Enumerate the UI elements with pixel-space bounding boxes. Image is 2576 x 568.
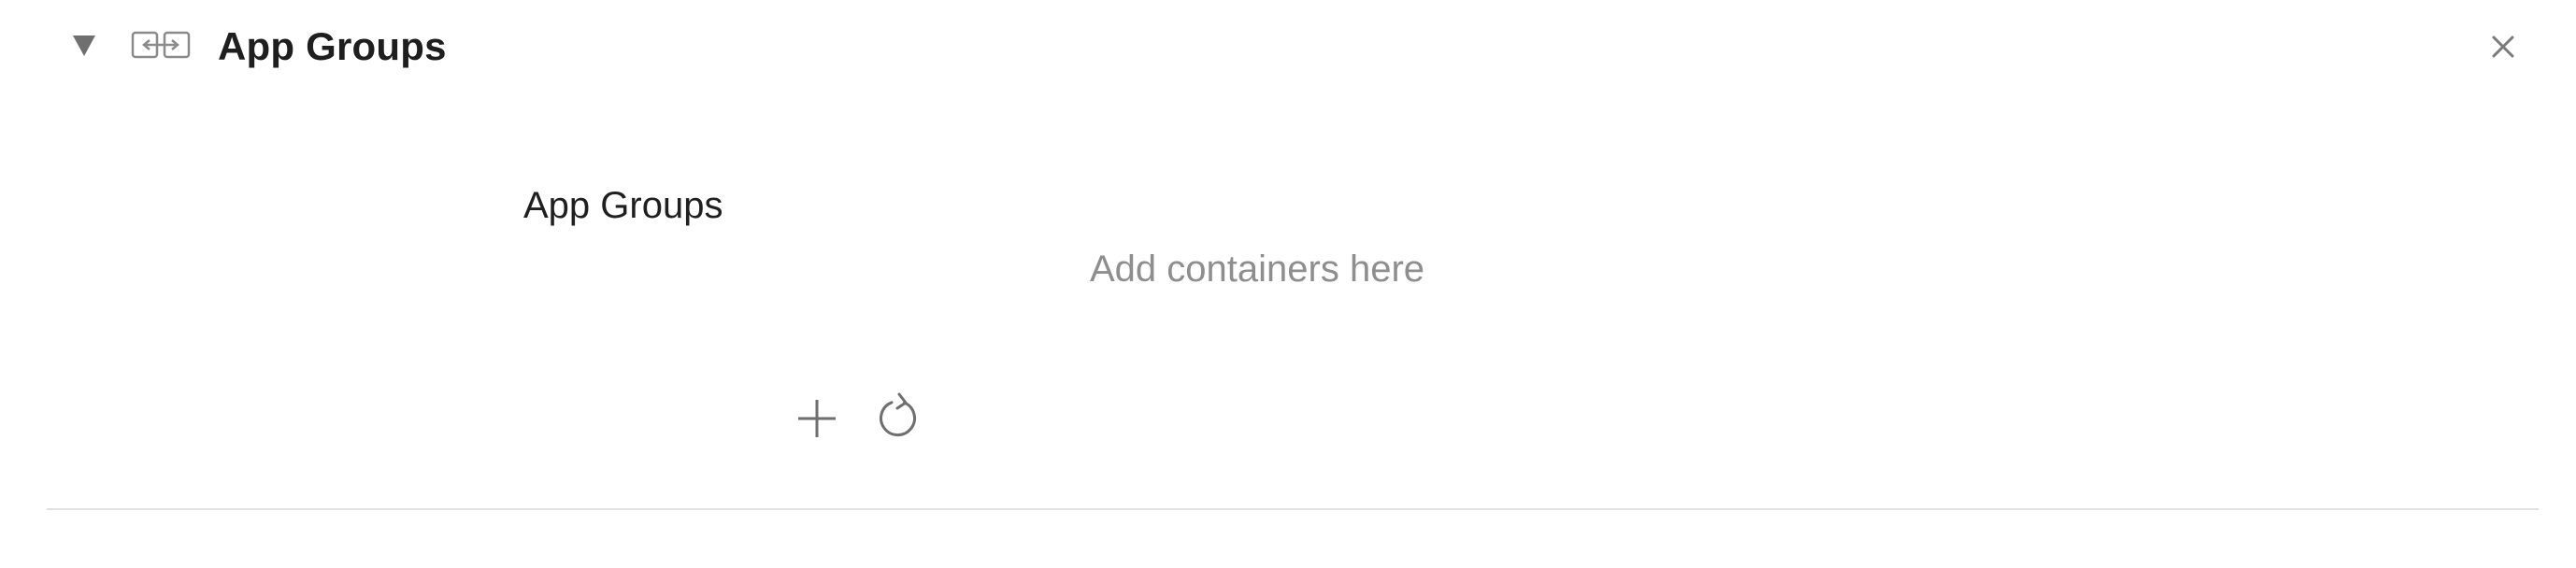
section-title: App Groups — [218, 24, 447, 68]
plus-icon — [798, 400, 836, 437]
app-groups-field-label: App Groups — [523, 185, 723, 226]
disclosure-triangle-down-icon[interactable] — [67, 26, 105, 64]
empty-containers-placeholder: Add containers here — [1090, 248, 1425, 290]
app-groups-capability-icon — [131, 30, 191, 62]
add-container-button[interactable] — [793, 394, 841, 443]
close-icon[interactable] — [2483, 26, 2524, 67]
refresh-icon — [880, 392, 916, 437]
refresh-containers-button[interactable] — [875, 390, 923, 443]
capability-section-header: App Groups — [0, 0, 2576, 93]
section-divider — [47, 508, 2539, 510]
